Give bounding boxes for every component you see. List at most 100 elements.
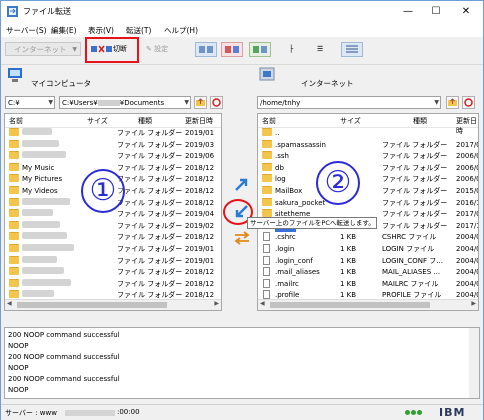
column-type[interactable]: 種類: [138, 116, 152, 126]
redacted-text: [65, 410, 115, 416]
minimize-button[interactable]: —: [393, 1, 423, 23]
column-name[interactable]: 名前: [262, 116, 276, 126]
item-type: ファイル フォルダー: [117, 279, 183, 288]
item-type: ファイル フォルダー: [382, 198, 448, 207]
item-date: 2019/01: [185, 256, 215, 265]
list-item[interactable]: ファイル フォルダー 2019/03: [5, 139, 221, 151]
folder-icon: [262, 186, 272, 194]
item-date: 2018/12: [185, 187, 215, 195]
local-path-select[interactable]: C:¥Users¥ ¥Documents ▼: [59, 96, 191, 109]
scrollbar-thumb[interactable]: [17, 302, 167, 308]
menu-transfer[interactable]: 転送(T): [126, 25, 151, 36]
list-item[interactable]: ファイル フォルダー 2019/04: [5, 209, 221, 220]
list-item[interactable]: sakura_pocket ファイル フォルダー 2016/11: [258, 197, 478, 209]
column-date[interactable]: 更新日時: [185, 116, 213, 126]
local-file-list[interactable]: 名前 サイズ 種類 更新日時 ファイル フォルダー 2019/01 ファイル フォル…: [4, 113, 222, 311]
redacted-text: [22, 151, 66, 159]
list-item[interactable]: .ssh ファイル フォルダー 2006/09: [258, 151, 478, 162]
view-toggle-3-button[interactable]: [249, 42, 271, 57]
local-refresh-button[interactable]: [210, 96, 223, 109]
local-up-folder-button[interactable]: [194, 96, 207, 109]
list-item[interactable]: MailBox ファイル フォルダー 2015/01: [258, 186, 478, 197]
annotation-marker-2: ②: [316, 161, 360, 205]
list-item[interactable]: ファイル フォルダー 2019/01: [5, 244, 221, 255]
list-item[interactable]: .mailrc 1 KB MAILRC ファイル 2004/07: [258, 278, 478, 290]
list-item[interactable]: ファイル フォルダー 2019/01: [5, 255, 221, 267]
menu-edit[interactable]: 編集(E): [51, 25, 77, 36]
menu-view[interactable]: 表示(V): [88, 25, 114, 36]
list-item[interactable]: .cshrc 1 KB CSHRC ファイル 2004/07: [258, 232, 478, 243]
list-item[interactable]: ..: [258, 128, 478, 139]
view-toggle-2-button[interactable]: [221, 42, 243, 57]
list-item[interactable]: ファイル フォルダー 2018/12: [5, 278, 221, 290]
local-horizontal-scrollbar[interactable]: ◀ ▶: [5, 299, 221, 310]
server-select-value: インターネット: [14, 45, 67, 54]
list-item[interactable]: .mail_aliases 1 KB MAIL_ALIASES ... 2004/07: [258, 267, 478, 278]
item-date: 2018/12: [185, 279, 215, 288]
list-item[interactable]: ファイル フォルダー 2019/06: [5, 151, 221, 162]
status-time: :00:00: [117, 408, 140, 416]
remote-file-list[interactable]: 名前 サイズ 種類 更新日時 .. .spamassassin ファイル フォルダー…: [257, 113, 479, 311]
log-vertical-scrollbar[interactable]: [469, 328, 479, 398]
local-drive-select[interactable]: C:¥ ▼: [5, 96, 55, 109]
log-output[interactable]: 200 NOOP command successful NOOP 200 NOOP …: [4, 327, 480, 399]
item-type: CSHRC ファイル: [382, 233, 437, 242]
folder-icon: [9, 255, 19, 264]
list-item[interactable]: log ファイル フォルダー 2006/09: [258, 174, 478, 185]
column-name[interactable]: 名前: [9, 116, 23, 126]
redacted-text: [22, 139, 59, 147]
settings-button[interactable]: ✎ 設定: [146, 42, 168, 57]
list-item[interactable]: ファイル フォルダー 2019/02: [5, 220, 221, 232]
list-item[interactable]: ファイル フォルダー 2018/12: [5, 232, 221, 243]
item-type: ファイル フォルダー: [117, 210, 183, 219]
list-view-button[interactable]: ☰: [317, 42, 323, 57]
list-item[interactable]: .spamassassin ファイル フォルダー 2017/04: [258, 139, 478, 151]
folder-icon: [9, 209, 19, 218]
tree-view-button[interactable]: ├: [289, 42, 293, 57]
local-path-tail: ¥Documents: [119, 99, 165, 107]
list-item[interactable]: ファイル フォルダー 2019/01: [5, 128, 221, 139]
log-line: NOOP: [8, 342, 29, 350]
column-size[interactable]: サイズ: [87, 116, 108, 126]
column-type[interactable]: 種類: [413, 116, 427, 126]
column-size[interactable]: サイズ: [340, 116, 361, 126]
remote-refresh-button[interactable]: [462, 96, 475, 109]
folder-icon: [9, 220, 19, 229]
sync-button[interactable]: [232, 229, 252, 247]
item-date: 2004/07: [456, 279, 478, 288]
remote-list-header: 名前 サイズ 種類 更新日時: [258, 114, 478, 135]
scrollbar-thumb[interactable]: [270, 302, 430, 308]
chevron-down-icon: ▼: [72, 46, 77, 53]
view-toggle-1-button[interactable]: [195, 42, 217, 57]
upload-button[interactable]: [232, 176, 252, 194]
remote-up-folder-button[interactable]: [446, 96, 459, 109]
menu-server[interactable]: サーバー(S): [6, 25, 47, 36]
list-item[interactable]: ファイル フォルダー 2018/12: [5, 267, 221, 278]
disconnect-button[interactable]: 切断: [91, 42, 127, 57]
redacted-text: [22, 220, 60, 228]
folder-icon: [9, 186, 19, 194]
folder-icon: [9, 174, 19, 183]
remote-path-select[interactable]: /home/tnhy ▼: [257, 96, 441, 109]
folder-icon: [9, 151, 19, 160]
list-item[interactable]: .login_conf 1 KB LOGIN_CONF フ... 2004/07: [258, 255, 478, 267]
remote-horizontal-scrollbar[interactable]: ◀ ▶: [258, 299, 478, 310]
menu-help[interactable]: ヘルプ(H): [164, 25, 198, 36]
item-name: ..: [275, 129, 280, 137]
list-item[interactable]: db ファイル フォルダー 2006/09: [258, 162, 478, 174]
remote-path-value: /home/tnhy: [260, 99, 301, 107]
close-button[interactable]: ✕: [451, 1, 481, 23]
server-select[interactable]: インターネット ▼: [5, 42, 81, 56]
scroll-left-icon: ◀: [260, 300, 265, 307]
scroll-right-icon: ▶: [471, 300, 476, 307]
scroll-left-icon: ◀: [7, 300, 12, 307]
item-date: 2018/12: [185, 198, 215, 207]
detail-view-button[interactable]: [341, 42, 363, 57]
led-icon: [417, 410, 422, 415]
folder-icon: [9, 290, 19, 299]
list-item[interactable]: .login 1 KB LOGIN ファイル 2004/07: [258, 244, 478, 255]
scroll-right-icon: ▶: [214, 300, 219, 307]
remote-pane-title: インターネット: [301, 79, 354, 88]
file-icon: [263, 267, 270, 277]
maximize-button[interactable]: ☐: [421, 1, 451, 23]
